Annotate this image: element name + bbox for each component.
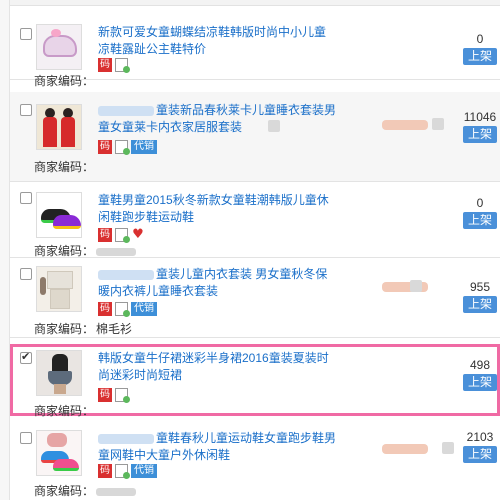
code-tag[interactable]: 码	[98, 464, 112, 478]
stock-count: 0	[476, 32, 484, 46]
product-thumbnail[interactable]	[36, 350, 82, 396]
product-tags: 码 代销	[98, 140, 157, 155]
list-on-shelf-button[interactable]: 上架	[463, 374, 497, 391]
list-on-shelf-button[interactable]: 上架	[463, 48, 497, 65]
product-title-link[interactable]: 童装儿童内衣套装 男女童秋冬保暖内衣裤儿童睡衣套装	[98, 266, 336, 300]
left-panel-edge	[0, 0, 10, 500]
product-thumbnail[interactable]	[36, 104, 82, 150]
product-title-link[interactable]: 韩版女童牛仔裙迷彩半身裙2016童装夏装时尚迷彩时尚短裙	[98, 350, 336, 384]
product-title-link[interactable]: 童装新品春秋莱卡儿童睡衣套装男童女童莱卡内衣家居服套装	[98, 102, 336, 136]
merchant-code: 商家编码：	[34, 160, 95, 174]
code-tag[interactable]: 码	[98, 228, 112, 242]
select-checkbox[interactable]	[20, 432, 32, 444]
pencil-icon[interactable]	[442, 442, 454, 454]
blurred-code	[96, 487, 137, 496]
stock-count: 498	[469, 358, 491, 372]
product-row: 童鞋男童2015秋冬新款女童鞋潮韩版儿童休闲鞋跑步鞋运动鞋 码 ♥ 商家编码： …	[10, 186, 500, 258]
product-title-link[interactable]: 童鞋春秋儿童运动鞋女童跑步鞋男童网鞋中大童户外休闲鞋	[98, 430, 336, 464]
code-tag[interactable]: 码	[98, 388, 112, 402]
list-on-shelf-button[interactable]: 上架	[463, 126, 497, 143]
product-list: 新款可爱女童蝴蝶结凉鞋韩版时尚中小儿童凉鞋露趾公主鞋特价 码 商家编码： 0 上…	[10, 6, 500, 500]
select-checkbox[interactable]	[20, 28, 32, 40]
price-value	[382, 120, 428, 130]
price-value	[382, 444, 428, 454]
product-row: 童鞋春秋儿童运动鞋女童跑步鞋男童网鞋中大童户外休闲鞋 码 代销 商家编码： 21…	[10, 422, 500, 500]
blurred-brand	[98, 433, 154, 444]
document-icon[interactable]	[115, 388, 130, 403]
product-tags: 码 ♥	[98, 228, 145, 243]
stock-count: 2103	[466, 430, 494, 444]
select-checkbox[interactable]	[20, 268, 32, 280]
merchant-code: 商家编码：	[34, 404, 95, 418]
product-tags: 码 代销	[98, 302, 157, 317]
product-thumbnail[interactable]	[36, 266, 82, 312]
blurred-code	[96, 247, 137, 256]
stock-count: 955	[469, 280, 491, 294]
list-on-shelf-button[interactable]: 上架	[463, 446, 497, 463]
product-tags: 码	[98, 388, 130, 403]
product-title-link[interactable]: 新款可爱女童蝴蝶结凉鞋韩版时尚中小儿童凉鞋露趾公主鞋特价	[98, 24, 336, 58]
document-icon[interactable]	[115, 58, 130, 73]
consignment-tag[interactable]: 代销	[131, 302, 157, 316]
heart-icon[interactable]: ♥	[131, 228, 145, 242]
product-thumbnail[interactable]	[36, 430, 82, 476]
stock-count: 11046	[463, 110, 497, 124]
select-checkbox[interactable]	[20, 192, 32, 204]
merchant-code: 商家编码： 棉毛衫	[34, 322, 133, 336]
product-row: 童装新品春秋莱卡儿童睡衣套装男童女童莱卡内衣家居服套装 码 代销 商家编码： 1…	[10, 92, 500, 182]
document-icon[interactable]	[115, 302, 130, 317]
list-on-shelf-button[interactable]: 上架	[463, 296, 497, 313]
merchant-code: 商家编码：	[34, 74, 95, 88]
product-tags: 码	[98, 58, 130, 73]
product-row-selected: 韩版女童牛仔裙迷彩半身裙2016童装夏装时尚迷彩时尚短裙 码 商家编码： 498…	[10, 344, 500, 418]
select-checkbox[interactable]	[20, 104, 32, 116]
consignment-tag[interactable]: 代销	[131, 464, 157, 478]
stock-count: 0	[476, 196, 484, 210]
pencil-icon[interactable]	[410, 280, 422, 292]
merchant-code: 商家编码：	[34, 482, 137, 499]
product-row: 新款可爱女童蝴蝶结凉鞋韩版时尚中小儿童凉鞋露趾公主鞋特价 码 商家编码： 0 上…	[10, 6, 500, 88]
blurred-brand	[98, 105, 154, 116]
select-checkbox[interactable]	[20, 350, 32, 364]
product-thumbnail[interactable]	[36, 192, 82, 238]
code-tag[interactable]: 码	[98, 302, 112, 316]
product-tags: 码 代销	[98, 464, 157, 479]
pencil-icon[interactable]	[268, 120, 280, 132]
merchant-code-value: 棉毛衫	[96, 322, 133, 336]
consignment-tag[interactable]: 代销	[131, 140, 157, 154]
pencil-icon[interactable]	[432, 118, 444, 130]
merchant-code: 商家编码：	[34, 242, 137, 259]
document-icon[interactable]	[115, 464, 130, 479]
code-tag[interactable]: 码	[98, 140, 112, 154]
blurred-brand	[98, 269, 154, 280]
document-icon[interactable]	[115, 140, 130, 155]
product-row: 童装儿童内衣套装 男女童秋冬保暖内衣裤儿童睡衣套装 码 代销 商家编码： 棉毛衫 …	[10, 258, 500, 338]
product-title-link[interactable]: 童鞋男童2015秋冬新款女童鞋潮韩版儿童休闲鞋跑步鞋运动鞋	[98, 192, 336, 226]
product-thumbnail[interactable]	[36, 24, 82, 70]
list-on-shelf-button[interactable]: 上架	[463, 212, 497, 229]
code-tag[interactable]: 码	[98, 58, 112, 72]
document-icon[interactable]	[115, 228, 130, 243]
